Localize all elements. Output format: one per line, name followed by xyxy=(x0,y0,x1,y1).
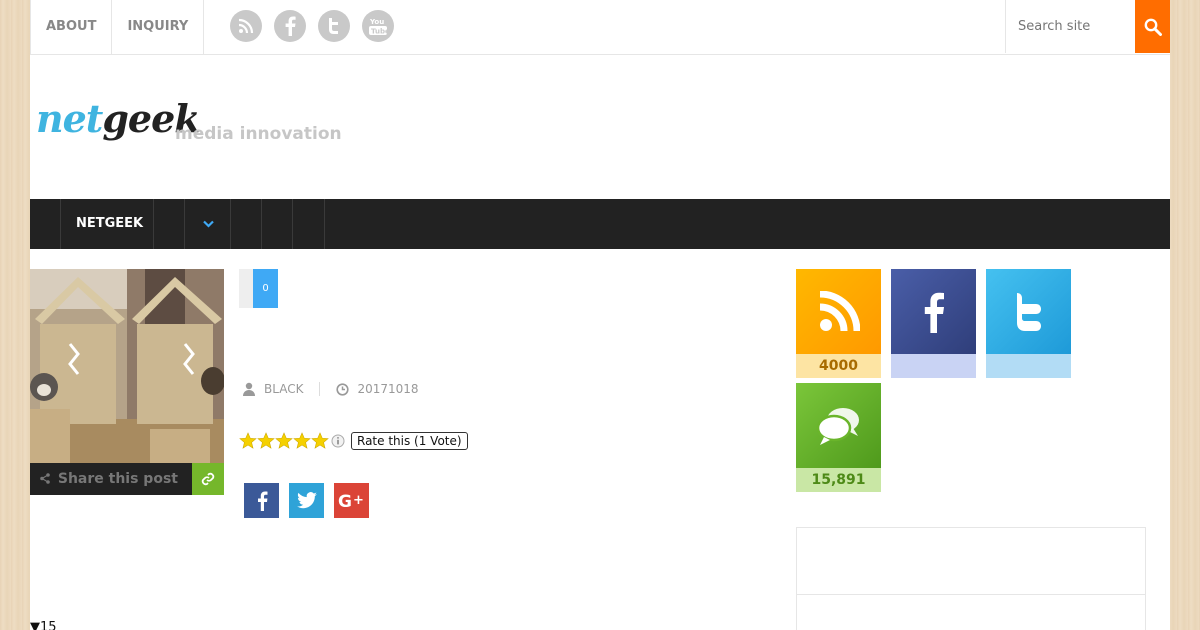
comments-widget[interactable]: 15,891 xyxy=(796,383,881,492)
star-icon[interactable] xyxy=(293,432,311,450)
facebook-icon[interactable] xyxy=(274,10,306,42)
search-button[interactable] xyxy=(1135,0,1170,53)
search-input[interactable] xyxy=(1005,0,1135,53)
permalink-button[interactable] xyxy=(192,463,224,495)
twitter-count xyxy=(986,354,1071,378)
twitter-icon xyxy=(1016,292,1041,331)
facebook-icon xyxy=(924,292,944,333)
twitter-share-button[interactable] xyxy=(289,483,324,518)
star-icon[interactable] xyxy=(275,432,293,450)
post-thumbnail[interactable] xyxy=(30,269,224,463)
svg-text:Tube: Tube xyxy=(371,28,388,36)
search-form xyxy=(1005,0,1170,53)
share-buttons: G + xyxy=(244,483,369,518)
share-text: Share this post xyxy=(57,471,178,487)
nav-item-netgeek[interactable]: NETGEEK xyxy=(60,199,154,249)
star-icon[interactable] xyxy=(311,432,329,450)
nav-item-label: NETGEEK xyxy=(76,216,144,231)
facebook-icon xyxy=(257,491,267,511)
star-icon[interactable] xyxy=(257,432,275,450)
youtube-icon[interactable]: You Tube xyxy=(362,10,394,42)
logo-part-1: net xyxy=(36,96,103,141)
top-nav: ABOUT INQUIRY xyxy=(30,0,205,54)
social-links: You Tube xyxy=(230,10,394,42)
rating-tooltip: Rate this (1 Vote) xyxy=(351,432,468,450)
share-bar[interactable]: Share this post xyxy=(30,463,224,495)
comment-count-box xyxy=(239,269,253,308)
svg-text:+: + xyxy=(353,493,364,508)
top-bar: ABOUT INQUIRY You Tube xyxy=(30,0,1170,55)
nav-item-empty-2[interactable] xyxy=(230,199,262,249)
search-icon xyxy=(1144,18,1162,36)
facebook-share-button[interactable] xyxy=(244,483,279,518)
rss-widget[interactable]: 4000 xyxy=(796,269,881,378)
site-tagline: media innovation xyxy=(175,124,342,144)
chevron-down-icon xyxy=(203,220,214,228)
page: ABOUT INQUIRY YouTube netgeek xyxy=(30,0,1170,630)
post-date: 20171018 xyxy=(357,382,419,396)
rss-count: 4000 xyxy=(796,354,881,378)
nav-item-empty-3[interactable] xyxy=(261,199,293,249)
star-rating[interactable]: Rate this (1 Vote) xyxy=(239,432,468,450)
user-icon xyxy=(243,382,255,396)
nav-item-empty-4[interactable] xyxy=(292,199,325,249)
footer-counter: ▼15 xyxy=(30,620,57,630)
sidebar-box-divider xyxy=(797,594,1145,595)
svg-text:G: G xyxy=(338,492,352,511)
clock-icon xyxy=(336,382,350,396)
rss-icon[interactable] xyxy=(230,10,262,42)
sidebar-box xyxy=(796,527,1146,630)
twitter-icon[interactable] xyxy=(318,10,350,42)
comments-icon xyxy=(816,407,859,445)
link-icon xyxy=(201,472,215,486)
twitter-widget[interactable] xyxy=(986,269,1071,378)
top-nav-about[interactable]: ABOUT xyxy=(30,0,111,54)
nav-item-empty-1[interactable] xyxy=(153,199,185,249)
facebook-count xyxy=(891,354,976,378)
meta-divider xyxy=(319,382,321,396)
comment-count[interactable]: 0 xyxy=(253,269,278,308)
post-meta: BLACK 20171018 xyxy=(242,382,419,396)
google-plus-icon: G + xyxy=(338,492,364,511)
nav-dropdown[interactable] xyxy=(184,199,231,249)
share-icon xyxy=(40,473,50,484)
info-icon[interactable] xyxy=(331,434,345,448)
main-nav: NETGEEK xyxy=(30,199,1170,249)
comments-count: 15,891 xyxy=(796,468,881,492)
svg-text:You: You xyxy=(369,18,384,26)
google-plus-share-button[interactable]: G + xyxy=(334,483,369,518)
twitter-icon xyxy=(296,491,317,508)
post-author[interactable]: BLACK xyxy=(264,382,303,396)
share-label: Share this post xyxy=(40,463,178,495)
top-nav-inquiry[interactable]: INQUIRY xyxy=(111,0,205,54)
facebook-widget[interactable] xyxy=(891,269,976,378)
star-icon[interactable] xyxy=(239,432,257,450)
rss-icon xyxy=(819,290,860,331)
